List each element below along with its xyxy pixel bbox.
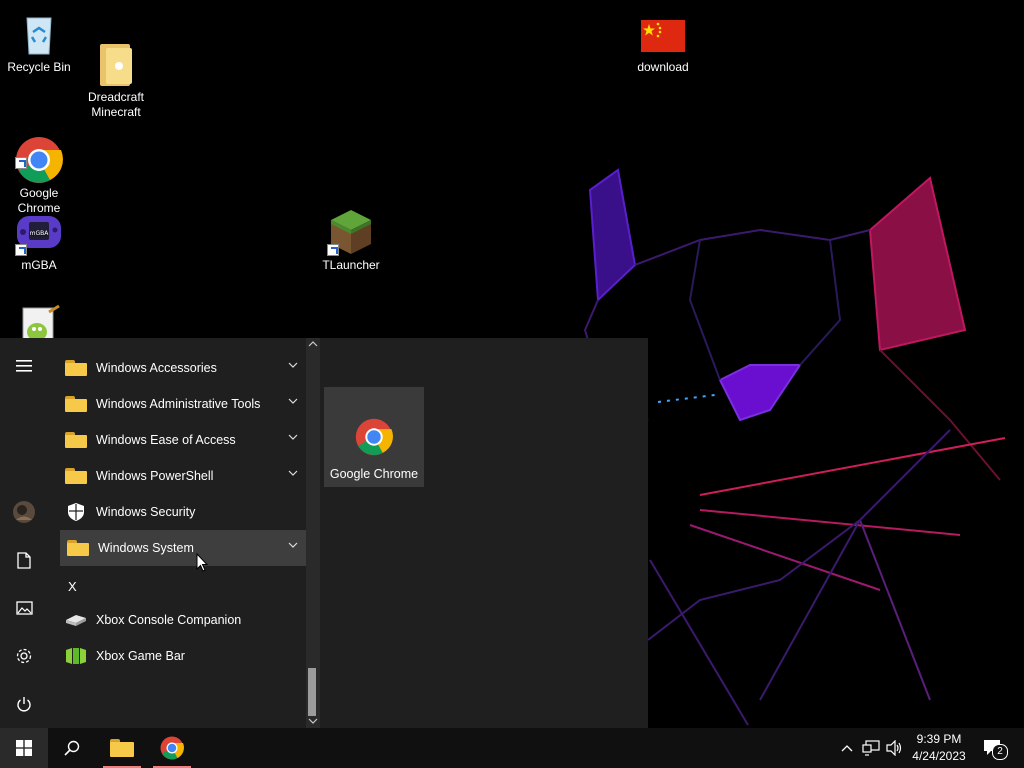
app-xbox-console-companion[interactable]: Xbox Console Companion — [60, 602, 306, 638]
desktop-icon-label: download — [637, 60, 689, 74]
app-windows-ease-of-access[interactable]: Windows Ease of Access — [60, 422, 306, 458]
desktop-icon-label: Recycle Bin — [7, 60, 71, 74]
desktop-icon-label: Dreadcraft Minecraft — [87, 90, 145, 119]
start-menu-rail — [0, 338, 48, 728]
app-label: Windows Administrative Tools — [96, 397, 261, 411]
chrome-icon — [15, 121, 63, 183]
app-windows-administrative-tools[interactable]: Windows Administrative Tools — [60, 386, 306, 422]
power-icon[interactable] — [0, 684, 48, 724]
app-windows-system[interactable]: Windows System — [60, 530, 306, 566]
action-center-button[interactable]: 2 — [978, 728, 1008, 768]
chevron-down-icon[interactable] — [288, 434, 298, 440]
scroll-down-arrow-icon[interactable] — [308, 718, 318, 724]
desktop-icon-label: mGBA — [21, 258, 57, 272]
chrome-icon — [160, 736, 184, 760]
section-letter-x[interactable]: X — [68, 579, 77, 594]
show-hidden-icons-button[interactable] — [836, 728, 858, 768]
volume-button[interactable] — [884, 728, 906, 768]
xbox-console-icon — [64, 608, 88, 632]
network-button[interactable] — [860, 728, 882, 768]
chevron-down-icon[interactable] — [288, 362, 298, 368]
minecraft-grass-block-icon — [327, 208, 375, 256]
shortcut-arrow-icon — [327, 244, 339, 256]
desktop-icon-tlauncher[interactable]: TLauncher — [312, 208, 390, 273]
shortcut-arrow-icon — [15, 157, 27, 169]
svg-text:mGBA: mGBA — [30, 230, 50, 237]
taskbar-clock[interactable]: 9:39 PM 4/24/2023 — [904, 731, 974, 765]
windows-start-icon — [16, 740, 32, 756]
app-label: Windows System — [98, 541, 194, 555]
documents-icon[interactable] — [0, 540, 48, 580]
network-icon — [862, 740, 880, 756]
pictures-icon[interactable] — [0, 588, 48, 628]
folder-icon — [64, 464, 88, 488]
app-label: Windows Ease of Access — [96, 433, 236, 447]
chevron-up-icon — [841, 745, 853, 752]
desktop-icon-mgba[interactable]: mGBA mGBA — [0, 208, 78, 273]
start-menu: Windows Accessories Windows Administrati… — [0, 338, 648, 728]
gameboy-advance-icon: mGBA — [15, 208, 63, 256]
app-label: Windows Security — [96, 505, 196, 519]
desktop-icon-download[interactable]: download — [624, 10, 702, 75]
volume-icon — [886, 740, 902, 756]
app-label: Xbox Game Bar — [96, 649, 185, 663]
tile-google-chrome[interactable]: Google Chrome — [324, 387, 424, 487]
settings-gear-icon[interactable] — [0, 636, 48, 676]
taskbar-file-explorer[interactable] — [100, 728, 144, 768]
folder-icon — [64, 356, 88, 380]
scrollbar-thumb[interactable] — [308, 668, 316, 716]
chevron-down-icon[interactable] — [288, 398, 298, 404]
clock-date: 4/24/2023 — [912, 749, 966, 763]
chinese-flag-icon — [639, 10, 687, 58]
shortcut-arrow-icon — [15, 244, 27, 256]
shield-icon — [64, 500, 88, 524]
user-avatar[interactable] — [0, 492, 48, 532]
scroll-up-arrow-icon[interactable] — [308, 341, 318, 347]
file-explorer-icon — [110, 739, 134, 757]
notification-count-badge: 2 — [992, 744, 1008, 760]
clock-time: 9:39 PM — [916, 732, 962, 746]
app-label: Windows PowerShell — [96, 469, 214, 483]
app-xbox-game-bar[interactable]: Xbox Game Bar — [60, 638, 306, 674]
chevron-down-icon[interactable] — [288, 470, 298, 476]
desktop-icon-recycle-bin[interactable]: Recycle Bin — [0, 10, 78, 75]
desktop-icon-label: TLauncher — [322, 258, 380, 272]
chrome-icon — [355, 418, 393, 456]
folder-icon — [66, 536, 90, 560]
app-windows-security[interactable]: Windows Security — [60, 494, 306, 530]
tile-label: Google Chrome — [329, 467, 419, 481]
app-list-scrollbar[interactable] — [306, 338, 320, 728]
app-label: Windows Accessories — [96, 361, 217, 375]
search-button[interactable] — [48, 728, 96, 768]
start-button[interactable] — [0, 728, 48, 768]
recycle-bin-icon — [15, 10, 63, 58]
folder-icon — [92, 25, 140, 86]
app-windows-accessories[interactable]: Windows Accessories — [60, 350, 306, 386]
hamburger-menu-icon[interactable] — [0, 346, 48, 386]
chevron-down-icon[interactable] — [288, 542, 298, 548]
folder-icon — [64, 392, 88, 416]
search-icon — [64, 740, 80, 756]
mouse-cursor-icon — [196, 553, 208, 572]
desktop-icon-dreadcraft-minecraft[interactable]: Dreadcraft Minecraft — [77, 10, 155, 135]
app-list[interactable]: Windows Accessories Windows Administrati… — [48, 338, 306, 728]
taskbar-google-chrome[interactable] — [150, 728, 194, 768]
xbox-game-bar-icon — [64, 644, 88, 668]
app-label: Xbox Console Companion — [96, 613, 242, 627]
folder-icon — [64, 428, 88, 452]
app-windows-powershell[interactable]: Windows PowerShell — [60, 458, 306, 494]
taskbar: 9:39 PM 4/24/2023 2 — [0, 728, 1024, 768]
